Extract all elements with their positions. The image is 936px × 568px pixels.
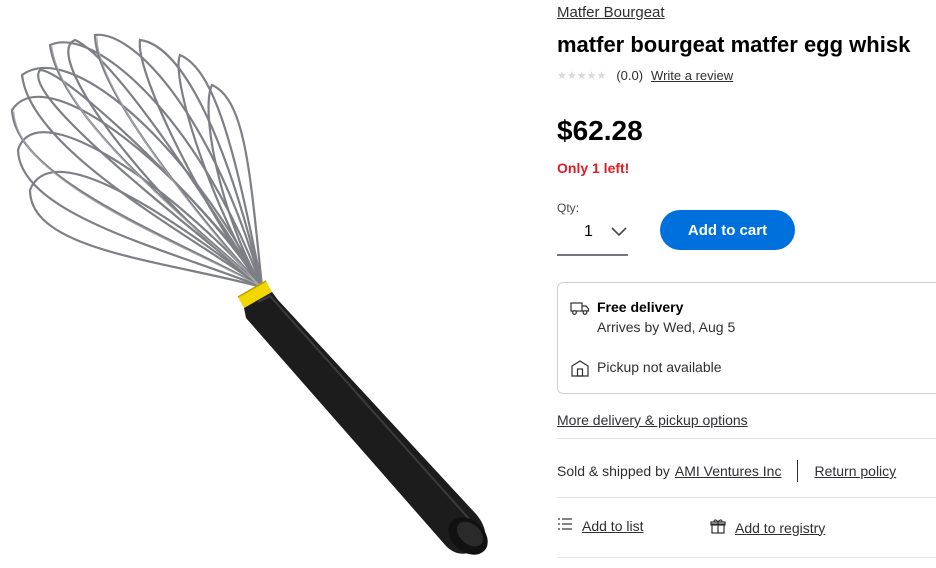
separator — [797, 460, 799, 482]
seller-link[interactable]: AMI Ventures Inc — [675, 463, 782, 479]
rating-stars: ★★★★★ — [557, 70, 607, 82]
add-to-registry-label: Add to registry — [735, 519, 826, 536]
stock-note: Only 1 left! — [557, 160, 630, 176]
divider — [557, 557, 936, 558]
pickup-status: Pickup not available — [597, 359, 722, 375]
product-image[interactable] — [0, 0, 500, 568]
rating-count: (0.0) — [616, 68, 644, 83]
add-to-cart-button[interactable]: Add to cart — [660, 210, 795, 250]
delivery-option: Free delivery Arrives by Wed, Aug 5 — [570, 299, 735, 335]
qty-select[interactable]: 1 — [557, 216, 628, 256]
delivery-title: Free delivery — [597, 299, 684, 315]
store-icon — [570, 359, 590, 377]
seller-row: Sold & shipped by AMI Ventures Inc Retur… — [557, 460, 896, 482]
return-policy-link[interactable]: Return policy — [814, 463, 896, 479]
product-title: matfer bourgeat matfer egg whisk — [557, 32, 911, 57]
divider — [557, 497, 936, 498]
divider — [557, 438, 936, 439]
price: $62.28 — [557, 115, 643, 146]
delivery-date: Arrives by Wed, Aug 5 — [597, 319, 736, 335]
list-icon — [557, 516, 573, 535]
product-info: Matfer Bourgeat matfer bourgeat matfer e… — [557, 0, 936, 568]
add-to-list-label: Add to list — [582, 517, 644, 534]
pickup-option: Pickup not available — [570, 359, 722, 377]
more-delivery-options-link[interactable]: More delivery & pickup options — [557, 412, 748, 428]
add-to-registry-button[interactable]: Add to registry — [710, 518, 825, 537]
qty-value: 1 — [584, 223, 593, 240]
qty-label: Qty: — [557, 201, 580, 215]
write-review-link[interactable]: Write a review — [651, 68, 733, 83]
fulfillment-box: Free delivery Arrives by Wed, Aug 5 Pick… — [557, 282, 936, 394]
chevron-down-icon — [611, 224, 627, 242]
add-to-list-button[interactable]: Add to list — [557, 516, 643, 535]
sold-by-label: Sold & shipped by — [557, 463, 670, 479]
truck-icon — [570, 299, 590, 317]
gift-icon — [710, 518, 726, 537]
rating-row: ★★★★★ (0.0) Write a review — [557, 68, 733, 83]
brand-link[interactable]: Matfer Bourgeat — [557, 4, 665, 21]
whisk-image — [10, 33, 488, 555]
